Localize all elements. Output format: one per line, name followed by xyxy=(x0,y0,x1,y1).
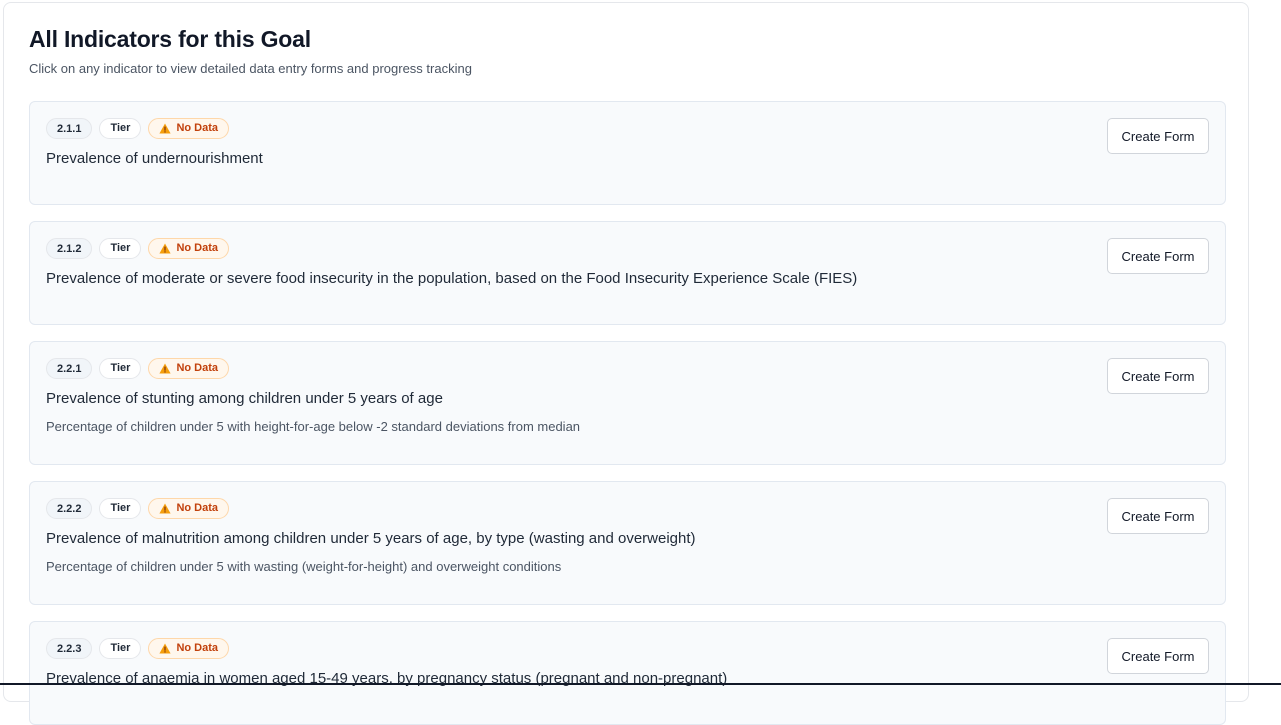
page-subtitle: Click on any indicator to view detailed … xyxy=(29,61,472,76)
warning-triangle-icon xyxy=(159,643,172,654)
indicator-description: Percentage of children under 5 with wast… xyxy=(46,559,562,574)
indicator-code-badge: 2.1.1 xyxy=(46,118,93,139)
indicator-card[interactable]: 2.1.1 Tier No Data Prevalence of underno… xyxy=(29,101,1226,205)
status-badge: No Data xyxy=(148,358,230,379)
indicator-title: Prevalence of undernourishment xyxy=(46,150,263,167)
page-title: All Indicators for this Goal xyxy=(29,26,311,52)
indicator-card[interactable]: 2.2.1 Tier No Data Prevalence of stuntin… xyxy=(29,341,1226,465)
create-form-button[interactable]: Create Form xyxy=(1107,638,1209,674)
status-badge: No Data xyxy=(148,638,230,659)
badge-group: 2.2.1 Tier No Data xyxy=(46,358,230,379)
status-label: No Data xyxy=(176,502,219,514)
indicators-panel: All Indicators for this Goal Click on an… xyxy=(3,2,1249,725)
indicator-code-badge: 2.2.2 xyxy=(46,498,93,519)
badge-group: 2.1.2 Tier No Data xyxy=(46,238,230,259)
indicator-description: Percentage of children under 5 with heig… xyxy=(46,419,581,434)
indicator-title: Prevalence of stunting among children un… xyxy=(46,390,443,407)
create-form-button[interactable]: Create Form xyxy=(1107,238,1209,274)
tier-badge: Tier xyxy=(99,118,142,139)
indicator-card[interactable]: 2.2.3 Tier No Data Prevalence of anaemia… xyxy=(29,621,1226,725)
badge-group: 2.2.2 Tier No Data xyxy=(46,498,230,519)
indicator-card[interactable]: 2.2.2 Tier No Data Prevalence of malnutr… xyxy=(29,481,1226,605)
status-label: No Data xyxy=(176,362,219,374)
indicator-code-badge: 2.2.1 xyxy=(46,358,93,379)
warning-triangle-icon xyxy=(159,123,172,134)
warning-triangle-icon xyxy=(159,503,172,514)
create-form-button[interactable]: Create Form xyxy=(1107,358,1209,394)
badge-group: 2.1.1 Tier No Data xyxy=(46,118,230,139)
badge-group: 2.2.3 Tier No Data xyxy=(46,638,230,659)
tier-badge: Tier xyxy=(99,238,142,259)
status-badge: No Data xyxy=(148,498,230,519)
create-form-button[interactable]: Create Form xyxy=(1107,498,1209,534)
status-label: No Data xyxy=(176,642,219,654)
indicator-card[interactable]: 2.1.2 Tier No Data Prevalence of moderat… xyxy=(29,221,1226,325)
tier-badge: Tier xyxy=(99,638,142,659)
status-label: No Data xyxy=(176,242,219,254)
warning-triangle-icon xyxy=(159,363,172,374)
status-badge: No Data xyxy=(148,238,230,259)
status-badge: No Data xyxy=(148,118,230,139)
indicator-code-badge: 2.2.3 xyxy=(46,638,93,659)
indicator-title: Prevalence of moderate or severe food in… xyxy=(46,270,858,287)
status-label: No Data xyxy=(176,122,219,134)
indicator-code-badge: 2.1.2 xyxy=(46,238,93,259)
warning-triangle-icon xyxy=(159,243,172,254)
create-form-button[interactable]: Create Form xyxy=(1107,118,1209,154)
tier-badge: Tier xyxy=(99,358,142,379)
indicator-title: Prevalence of malnutrition among childre… xyxy=(46,530,696,547)
tier-badge: Tier xyxy=(99,498,142,519)
